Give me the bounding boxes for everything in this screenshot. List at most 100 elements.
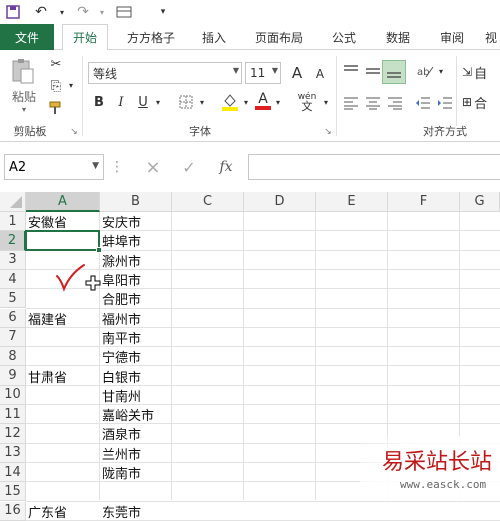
column-header-c[interactable]: C: [172, 192, 244, 212]
tab-fangfang[interactable]: 方方格子: [118, 24, 184, 50]
row-header-12[interactable]: 12: [0, 424, 26, 444]
cell-b8[interactable]: 宁德市: [100, 347, 172, 366]
format-painter-icon[interactable]: [46, 98, 66, 118]
phonetic-icon[interactable]: wén 文: [294, 90, 320, 114]
borders-icon[interactable]: [176, 92, 196, 112]
form-icon[interactable]: [112, 2, 138, 22]
select-all-corner[interactable]: [0, 192, 26, 212]
redo-dropdown-icon[interactable]: ▾: [96, 2, 108, 22]
paste-icon[interactable]: [8, 56, 38, 86]
name-box[interactable]: A2 ▼: [4, 154, 104, 180]
cut-icon[interactable]: ✂: [46, 54, 66, 74]
cell-b2[interactable]: 蚌埠市: [100, 231, 172, 250]
clipboard-launcher-icon[interactable]: ↘: [68, 126, 80, 138]
tab-data[interactable]: 数据: [374, 24, 422, 50]
column-header-f[interactable]: F: [388, 192, 460, 212]
grow-font-icon[interactable]: A: [286, 62, 308, 84]
cell-a1[interactable]: 安徽省: [26, 212, 100, 231]
row-header-15[interactable]: 15: [0, 482, 26, 502]
paste-dropdown-icon[interactable]: ▾: [14, 104, 34, 114]
cell-b6[interactable]: 福州市: [100, 309, 172, 328]
increase-indent-icon[interactable]: [434, 92, 456, 114]
tab-view[interactable]: 视: [482, 24, 500, 50]
phonetic-dropdown-icon[interactable]: ▾: [320, 94, 332, 110]
orientation-dropdown-icon[interactable]: ▾: [436, 64, 446, 78]
align-top-icon[interactable]: [340, 60, 362, 82]
column-header-g[interactable]: G: [460, 192, 500, 212]
copy-dropdown-icon[interactable]: ▾: [66, 78, 76, 92]
paste-label[interactable]: 粘贴: [6, 88, 42, 104]
row-header-3[interactable]: 3: [0, 250, 26, 270]
orientation-icon[interactable]: ab: [414, 60, 436, 82]
align-right-icon[interactable]: [384, 92, 406, 114]
fill-color-icon[interactable]: [220, 90, 240, 112]
tab-review[interactable]: 审阅: [430, 24, 474, 50]
undo-icon[interactable]: ↶: [30, 2, 52, 22]
decrease-indent-icon[interactable]: [412, 92, 434, 114]
cell-b1[interactable]: 安庆市: [100, 212, 172, 231]
cell-b16[interactable]: 东莞市: [100, 502, 172, 521]
align-bottom-icon[interactable]: [382, 60, 406, 84]
align-left-icon[interactable]: [340, 92, 362, 114]
row-header-4[interactable]: 4: [0, 269, 26, 290]
font-launcher-icon[interactable]: ↘: [322, 126, 334, 138]
align-center-icon[interactable]: [362, 92, 384, 114]
cell-b4[interactable]: 阜阳市: [100, 270, 172, 289]
formula-input[interactable]: [248, 154, 500, 180]
tab-home[interactable]: 开始: [62, 24, 108, 51]
copy-icon[interactable]: ⎘: [46, 76, 66, 96]
font-color-dropdown-icon[interactable]: ▾: [272, 94, 284, 110]
cell-a9[interactable]: 甘肃省: [26, 366, 100, 386]
font-color-icon[interactable]: A: [254, 90, 272, 112]
redo-icon[interactable]: ↷: [72, 2, 94, 22]
column-header-e[interactable]: E: [316, 192, 388, 212]
tab-insert[interactable]: 插入: [194, 24, 234, 50]
wrap-text-button[interactable]: ⇲ 自: [462, 62, 500, 82]
cell-b11[interactable]: 嘉峪关市: [100, 405, 172, 424]
customize-toolbar-icon[interactable]: ▾: [156, 2, 170, 22]
cell-b12[interactable]: 酒泉市: [100, 424, 172, 443]
tab-file[interactable]: 文件: [0, 24, 54, 50]
chevron-down-icon[interactable]: ▼: [92, 161, 99, 171]
cell-a16[interactable]: 广东省: [26, 502, 100, 521]
cell-a6[interactable]: 福建省: [26, 309, 100, 328]
save-icon[interactable]: [4, 2, 22, 22]
cell-b7[interactable]: 南平市: [100, 328, 172, 347]
cell-b3[interactable]: 滁州市: [100, 251, 172, 270]
confirm-icon[interactable]: ✓: [176, 154, 202, 180]
shrink-font-icon[interactable]: A: [310, 64, 330, 84]
row-header-2[interactable]: 2: [0, 231, 26, 251]
cell-b5[interactable]: 合肥市: [100, 289, 172, 308]
bold-button[interactable]: B: [90, 92, 108, 112]
insert-function-icon[interactable]: fx: [212, 154, 240, 180]
row-header-6[interactable]: 6: [0, 308, 26, 328]
fill-handle[interactable]: [96, 247, 102, 253]
merge-center-button[interactable]: ⊞ 合: [462, 92, 500, 112]
column-header-b[interactable]: B: [100, 192, 172, 212]
cell-b13[interactable]: 兰州市: [100, 444, 172, 463]
row-header-10[interactable]: 10: [0, 385, 26, 405]
borders-dropdown-icon[interactable]: ▾: [196, 94, 208, 110]
fill-color-dropdown-icon[interactable]: ▾: [240, 94, 252, 110]
tab-formulas[interactable]: 公式: [324, 24, 364, 50]
underline-dropdown-icon[interactable]: ▾: [152, 94, 164, 110]
row-header-9[interactable]: 9: [0, 366, 26, 386]
cell-b14[interactable]: 陇南市: [100, 463, 172, 482]
row-header-8[interactable]: 8: [0, 347, 26, 367]
cell-b9[interactable]: 白银市: [100, 366, 172, 386]
row-header-11[interactable]: 11: [0, 405, 26, 425]
row-header-14[interactable]: 14: [0, 462, 26, 483]
row-header-13[interactable]: 13: [0, 443, 26, 463]
column-header-a[interactable]: A: [26, 192, 100, 212]
cancel-icon[interactable]: ×: [140, 154, 166, 180]
selected-cell-a2[interactable]: [25, 230, 100, 251]
column-header-d[interactable]: D: [244, 192, 316, 212]
row-header-16[interactable]: 16: [0, 501, 26, 521]
font-size-select[interactable]: 11 ▼: [245, 62, 281, 84]
underline-button[interactable]: U: [134, 92, 152, 112]
italic-button[interactable]: I: [112, 92, 130, 112]
undo-dropdown-icon[interactable]: ▾: [56, 2, 68, 22]
align-middle-icon[interactable]: [362, 60, 384, 82]
row-header-1[interactable]: 1: [0, 212, 26, 232]
row-header-5[interactable]: 5: [0, 289, 26, 309]
